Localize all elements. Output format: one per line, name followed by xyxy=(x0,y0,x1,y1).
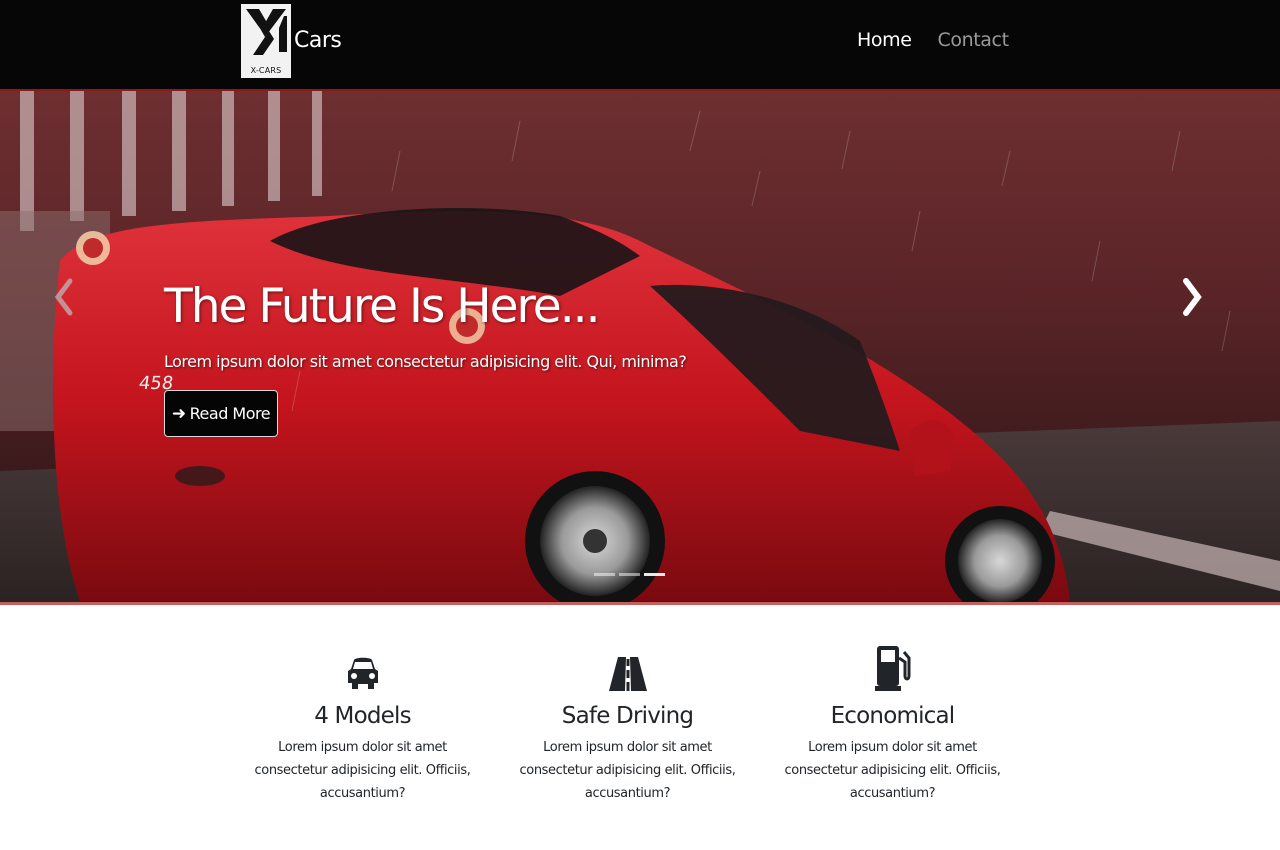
chevron-right-icon xyxy=(1183,278,1202,316)
carousel-indicator-2[interactable] xyxy=(619,573,640,576)
nav-home-link[interactable]: Home xyxy=(857,29,912,51)
feature-models: 4 Models Lorem ipsum dolor sit amet cons… xyxy=(230,640,495,805)
carousel-indicators xyxy=(594,573,665,576)
carousel-indicator-1[interactable] xyxy=(594,573,615,576)
nav-links: Home Contact xyxy=(857,29,1009,51)
brand-name: Cars xyxy=(294,28,342,53)
feature-economical: Economical Lorem ipsum dolor sit amet co… xyxy=(760,640,1025,805)
carousel-next-button[interactable] xyxy=(1178,277,1206,321)
car-icon xyxy=(347,657,378,689)
feature-title: Safe Driving xyxy=(561,703,694,729)
logo-text: X-CARS xyxy=(250,66,282,75)
carousel-caption: The Future Is Here... Lorem ipsum dolor … xyxy=(164,279,687,437)
feature-text: Lorem ipsum dolor sit amet consectetur a… xyxy=(254,740,471,801)
read-more-button[interactable]: ➜ Read More xyxy=(164,390,278,437)
x-logo-icon xyxy=(246,9,287,55)
chevron-left-icon xyxy=(54,278,73,316)
read-more-label: Read More xyxy=(189,404,271,423)
features-section: 4 Models Lorem ipsum dolor sit amet cons… xyxy=(230,640,1026,805)
nav-contact-link[interactable]: Contact xyxy=(938,29,1010,51)
brand-logo: X-CARS xyxy=(241,4,291,78)
carousel-indicator-3[interactable] xyxy=(644,573,665,576)
feature-text: Lorem ipsum dolor sit amet consectetur a… xyxy=(784,740,1001,801)
gas-pump-icon xyxy=(874,646,910,691)
feature-title: 4 Models xyxy=(314,703,411,729)
hero-title: The Future Is Here... xyxy=(164,279,601,334)
feature-title: Economical xyxy=(830,703,956,729)
brand-link[interactable]: X-CARS Cars xyxy=(241,4,342,78)
feature-safe-driving: Safe Driving Lorem ipsum dolor sit amet … xyxy=(495,640,760,805)
hero-carousel: 458 The Future Is Here... Lorem ipsum do… xyxy=(0,91,1280,605)
road-icon xyxy=(608,657,647,691)
arrow-right-icon: ➜ xyxy=(171,403,186,424)
feature-text: Lorem ipsum dolor sit amet consectetur a… xyxy=(519,740,736,801)
carousel-prev-button[interactable] xyxy=(52,277,76,321)
hero-subtitle: Lorem ipsum dolor sit amet consectetur a… xyxy=(164,352,687,371)
navbar: X-CARS Cars Home Contact xyxy=(0,0,1280,91)
